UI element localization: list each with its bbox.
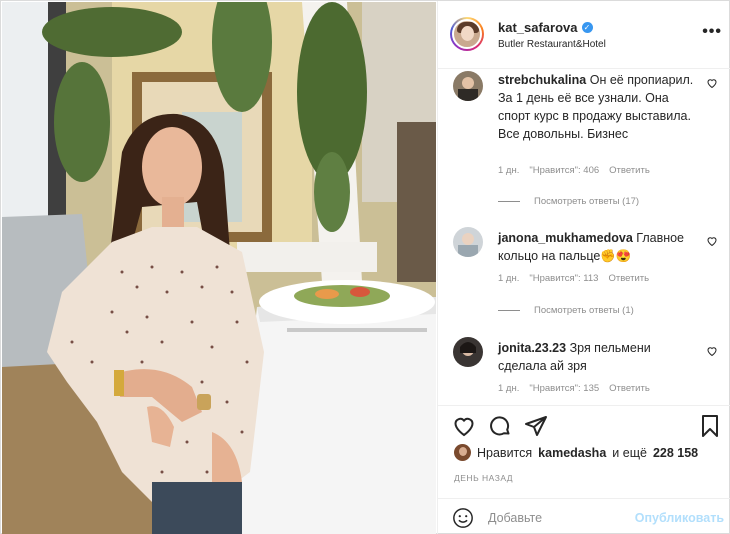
publish-button[interactable]: Опубликовать	[635, 511, 724, 525]
likes-count[interactable]: 228 158	[653, 446, 698, 460]
likes-prefix: Нравится	[477, 445, 533, 460]
view-replies-button[interactable]: Посмотреть ответы (1)	[498, 305, 634, 316]
comment-username[interactable]: strebchukalina	[498, 73, 586, 87]
comments-list[interactable]: strebchukalina Он её пропиарил. За 1 ден…	[438, 69, 730, 405]
comment-age: 1 дн.	[498, 383, 520, 394]
heart-icon[interactable]	[452, 414, 476, 438]
likes-middle: и ещё	[612, 445, 647, 460]
avatar-image	[453, 71, 483, 101]
photo-illustration	[2, 2, 436, 534]
avatar-image	[453, 337, 483, 367]
post-photo[interactable]	[2, 2, 436, 534]
comment-meta: 1 дн. "Нравится": 113 Ответить	[498, 273, 649, 284]
reply-button[interactable]: Ответить	[609, 383, 650, 394]
comment-text: strebchukalina Он её пропиарил. За 1 ден…	[498, 71, 698, 143]
verified-badge-icon: ✓	[581, 22, 593, 33]
avatar-image	[453, 227, 483, 257]
view-replies-button[interactable]: Посмотреть ответы (17)	[498, 196, 639, 207]
divider-line	[498, 310, 520, 311]
post-actions	[438, 405, 730, 445]
comment-meta: 1 дн. "Нравится": 135 Ответить	[498, 383, 650, 394]
comment-username[interactable]: janona_mukhamedova	[498, 231, 633, 245]
post-location[interactable]: Butler Restaurant&Hotel	[498, 39, 606, 50]
post-header: kat_safarova ✓ Butler Restaurant&Hotel •…	[438, 1, 730, 69]
comment-likes[interactable]: "Нравится": 135	[529, 383, 599, 394]
heart-icon[interactable]	[706, 345, 718, 357]
reply-button[interactable]: Ответить	[608, 273, 649, 284]
reply-button[interactable]: Ответить	[609, 165, 650, 176]
comment-avatar[interactable]	[453, 337, 483, 367]
add-comment-bar: Опубликовать	[438, 498, 730, 534]
view-replies-label: Посмотреть ответы (1)	[534, 305, 634, 316]
heart-icon[interactable]	[706, 235, 718, 247]
share-icon[interactable]	[524, 414, 548, 438]
comment-meta: 1 дн. "Нравится": 406 Ответить	[498, 165, 650, 176]
comment-age: 1 дн.	[498, 165, 520, 176]
avatar-image	[452, 19, 482, 49]
comment-age: 1 дн.	[498, 273, 520, 284]
comment-text: jonita.23.23 Зря пельмени сделала ай зря	[498, 339, 698, 375]
comment-avatar[interactable]	[453, 227, 483, 257]
liker-avatar[interactable]	[454, 444, 471, 461]
author-username[interactable]: kat_safarova	[498, 20, 578, 35]
heart-icon[interactable]	[706, 77, 718, 89]
view-replies-label: Посмотреть ответы (17)	[534, 196, 640, 207]
divider-line	[498, 201, 520, 202]
author-row: kat_safarova ✓	[498, 20, 593, 35]
comment-text: janona_mukhamedova Главное кольцо на пал…	[498, 229, 698, 265]
post-date[interactable]: ДЕНЬ НАЗАД	[454, 473, 513, 483]
comment-input[interactable]	[488, 508, 628, 528]
comment-likes[interactable]: "Нравится": 113	[529, 273, 598, 284]
liker-username[interactable]: kamedasha	[538, 446, 606, 460]
avatar-face	[461, 26, 474, 41]
instagram-post: kat_safarova ✓ Butler Restaurant&Hotel •…	[0, 0, 730, 534]
comment-icon[interactable]	[488, 414, 512, 438]
post-side-panel: kat_safarova ✓ Butler Restaurant&Hotel •…	[437, 1, 730, 534]
emoji-icon[interactable]	[452, 507, 474, 529]
author-avatar[interactable]	[450, 17, 484, 51]
more-horizontal-icon[interactable]: •••	[702, 23, 722, 41]
comment-username[interactable]: jonita.23.23	[498, 341, 566, 355]
comment-avatar[interactable]	[453, 71, 483, 101]
bookmark-icon[interactable]	[698, 414, 722, 438]
comment-likes[interactable]: "Нравится": 406	[529, 165, 599, 176]
likes-summary: Нравится kamedasha и ещё 228 158	[454, 444, 698, 461]
